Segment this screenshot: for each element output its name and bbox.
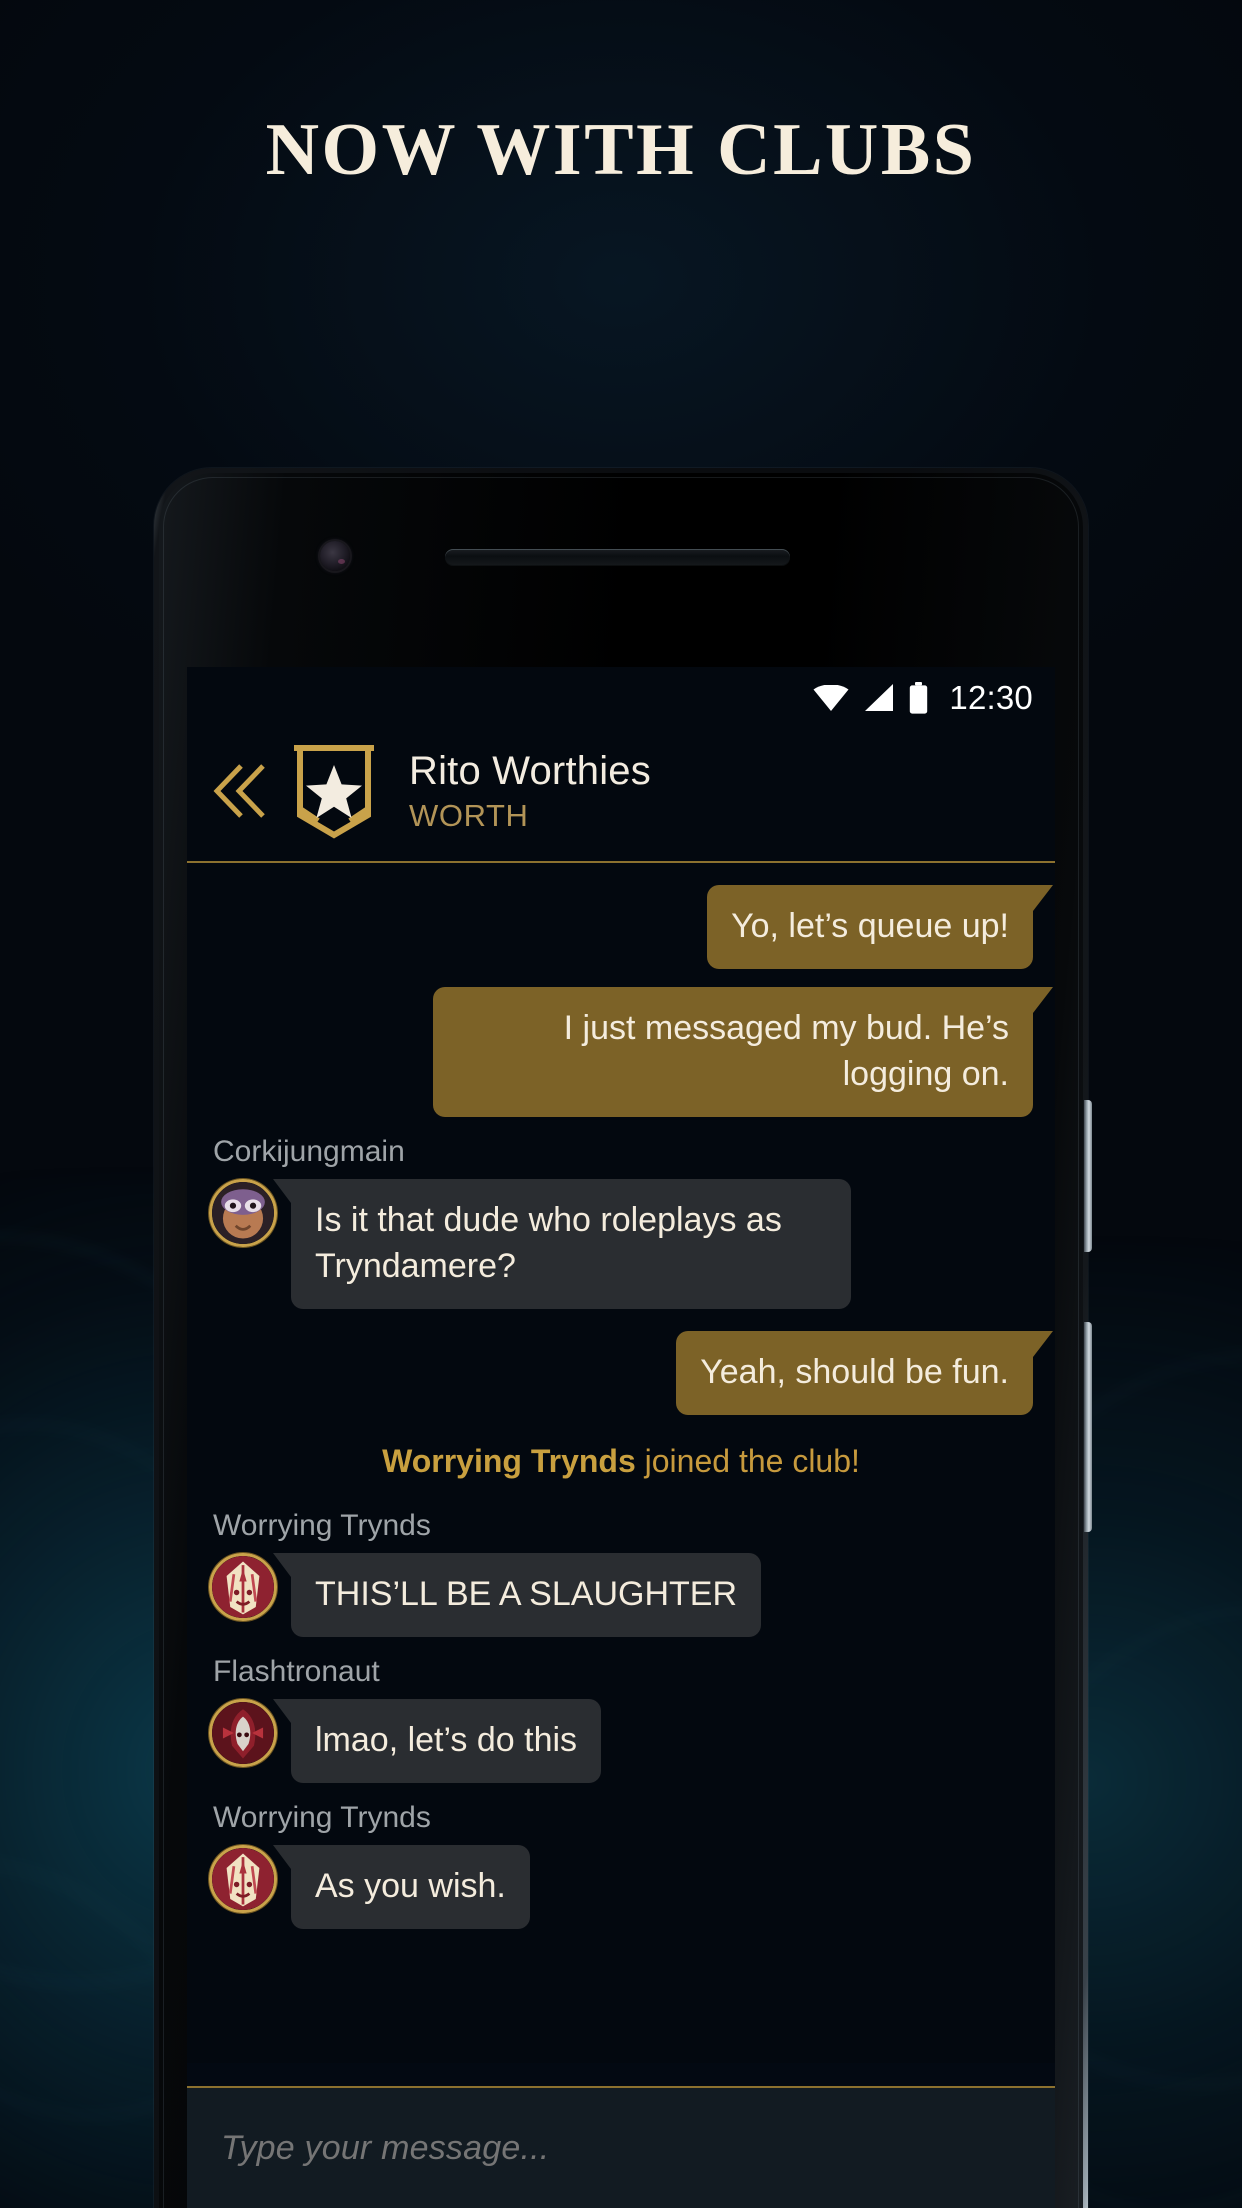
message-bubble-incoming[interactable]: Is it that dude who roleplays as Tryndam… <box>273 1179 851 1309</box>
message-input[interactable] <box>221 2128 1021 2168</box>
message-group-incoming: Worrying Trynds <box>209 1509 1033 1637</box>
earpiece-speaker <box>445 549 790 565</box>
message-sender-name: Corkijungmain <box>213 1135 405 1168</box>
battery-icon <box>910 682 928 714</box>
message-row-outgoing: Yeah, should be fun. <box>209 1331 1053 1415</box>
front-camera-icon <box>320 541 350 571</box>
message-bubble-incoming[interactable]: lmao, let’s do this <box>272 1699 602 1783</box>
message-bubble-incoming[interactable]: As you wish. <box>273 1845 530 1929</box>
status-bar: 12:30 <box>187 667 1055 729</box>
message-thread[interactable]: Yo, let’s queue up! I just messaged my b… <box>187 863 1055 2063</box>
phone-screen: 12:30 Rito Worthies WORTH Yo, let’s queu… <box>187 667 1055 2208</box>
system-message-text: joined the club! <box>635 1443 860 1479</box>
corki-avatar[interactable] <box>209 1179 277 1247</box>
system-message: Worrying Trynds joined the club! <box>209 1441 1033 1481</box>
wifi-icon <box>813 685 849 711</box>
message-row-outgoing: I just messaged my bud. He’s logging on. <box>209 987 1053 1117</box>
message-row-incoming: As you wish. <box>209 1845 1033 1929</box>
message-bubble-outgoing[interactable]: Yeah, should be fun. <box>676 1331 1053 1415</box>
message-bubble-outgoing[interactable]: I just messaged my bud. He’s logging on. <box>433 987 1053 1117</box>
system-message-actor: Worrying Trynds <box>382 1443 636 1479</box>
message-row-incoming: THIS’LL BE A SLAUGHTER <box>209 1553 1033 1637</box>
power-button[interactable] <box>1084 1100 1092 1252</box>
promo-headline: NOW WITH CLUBS <box>265 109 977 191</box>
flashtronaut-avatar[interactable] <box>209 1699 277 1767</box>
club-header: Rito Worthies WORTH <box>187 729 1055 863</box>
chevron-left-icon[interactable] <box>213 760 267 822</box>
tryndamere-avatar[interactable] <box>209 1845 277 1913</box>
message-bubble-outgoing[interactable]: Yo, let’s queue up! <box>707 885 1053 969</box>
message-sender-name: Worrying Trynds <box>213 1801 431 1834</box>
club-meta: Rito Worthies WORTH <box>409 748 651 835</box>
status-bar-clock: 12:30 <box>949 679 1033 716</box>
message-group-incoming: Worrying Trynds <box>209 1801 1033 1929</box>
message-row-incoming: lmao, let’s do this <box>209 1699 1033 1783</box>
cellular-signal-icon <box>865 684 894 711</box>
message-sender-name: Flashtronaut <box>213 1655 380 1688</box>
tryndamere-avatar[interactable] <box>209 1553 277 1621</box>
message-bubble-incoming[interactable]: THIS’LL BE A SLAUGHTER <box>273 1553 761 1637</box>
message-row-incoming: Is it that dude who roleplays as Tryndam… <box>209 1179 1033 1309</box>
message-sender-name: Worrying Trynds <box>213 1509 431 1542</box>
message-group-incoming: Flashtronaut lmao, let’s do this <box>209 1655 1033 1783</box>
club-name: Rito Worthies <box>409 748 651 793</box>
club-banner-star-icon <box>294 745 374 839</box>
message-composer[interactable] <box>187 2086 1055 2208</box>
promo-screenshot: NOW WITH CLUBS 12:30 Rito Worthies WORTH… <box>0 0 1242 2208</box>
message-row-outgoing: Yo, let’s queue up! <box>209 885 1053 969</box>
volume-button[interactable] <box>1084 1322 1092 1532</box>
message-group-incoming: Corkijungmain Is it that dude who rolepl… <box>209 1135 1033 1309</box>
club-tag: WORTH <box>409 797 529 833</box>
